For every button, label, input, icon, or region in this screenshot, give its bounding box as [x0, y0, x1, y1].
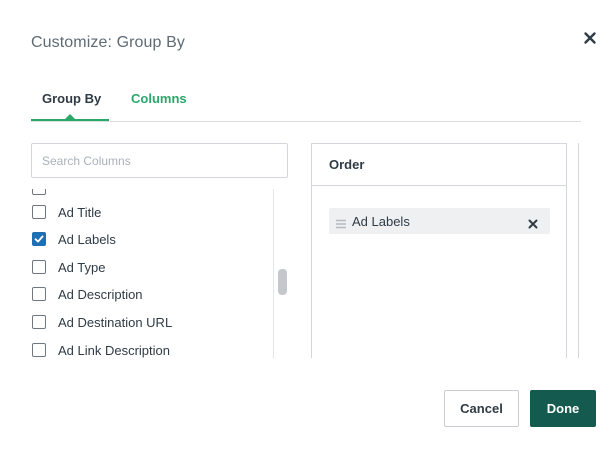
active-tab-underline	[31, 119, 109, 121]
list-divider	[273, 189, 274, 358]
column-label: Ad Destination URL	[58, 315, 173, 330]
tab-bar: Group By Columns	[31, 82, 581, 122]
column-checkbox[interactable]	[32, 205, 46, 219]
column-checkbox[interactable]	[32, 189, 46, 195]
column-list: Ad Title Ad Labels Ad Type Ad Descriptio…	[31, 189, 290, 358]
column-item-ad-description[interactable]: Ad Description	[31, 285, 261, 305]
column-label: Ad Title	[58, 205, 102, 220]
column-item[interactable]	[31, 189, 261, 199]
remove-icon[interactable]	[528, 216, 538, 229]
order-item-label: Ad Labels	[352, 214, 410, 229]
column-item-ad-title[interactable]: Ad Title	[31, 203, 261, 223]
drag-handle-icon[interactable]	[336, 216, 346, 229]
tab-group-by[interactable]: Group By	[42, 91, 101, 106]
order-header: Order	[312, 144, 566, 186]
scrollbar-thumb[interactable]	[278, 269, 287, 295]
search-columns-input[interactable]	[31, 143, 288, 178]
order-item-ad-labels[interactable]: Ad Labels	[329, 208, 550, 234]
order-title: Order	[329, 157, 365, 172]
tab-columns[interactable]: Columns	[131, 91, 187, 106]
column-label: Ad Labels	[58, 232, 116, 247]
order-box: Order Ad Labels	[311, 143, 567, 358]
order-panel: Order Ad Labels	[311, 143, 581, 358]
dialog-title: Customize: Group By	[31, 34, 185, 51]
column-checkbox[interactable]	[32, 343, 46, 357]
column-checkbox[interactable]	[32, 260, 46, 274]
order-panel-edge	[578, 143, 579, 358]
column-item-ad-labels[interactable]: Ad Labels	[31, 230, 261, 250]
column-checkbox-checked[interactable]	[32, 232, 46, 246]
column-checkbox[interactable]	[32, 315, 46, 329]
column-label: Ad Type	[58, 260, 106, 275]
column-item-ad-link-description[interactable]: Ad Link Description	[31, 341, 261, 358]
column-item-ad-destination-url[interactable]: Ad Destination URL	[31, 313, 261, 333]
customize-group-by-dialog: Customize: Group By Group By Columns Ad …	[0, 0, 613, 458]
column-item-ad-type[interactable]: Ad Type	[31, 258, 261, 278]
checkmark-icon	[34, 235, 44, 243]
cancel-button[interactable]: Cancel	[444, 390, 519, 427]
done-button[interactable]: Done	[530, 390, 596, 427]
column-checkbox[interactable]	[32, 287, 46, 301]
close-icon[interactable]	[582, 30, 598, 46]
column-label: Ad Description	[58, 287, 143, 302]
column-label: Ad Link Description	[58, 343, 170, 358]
